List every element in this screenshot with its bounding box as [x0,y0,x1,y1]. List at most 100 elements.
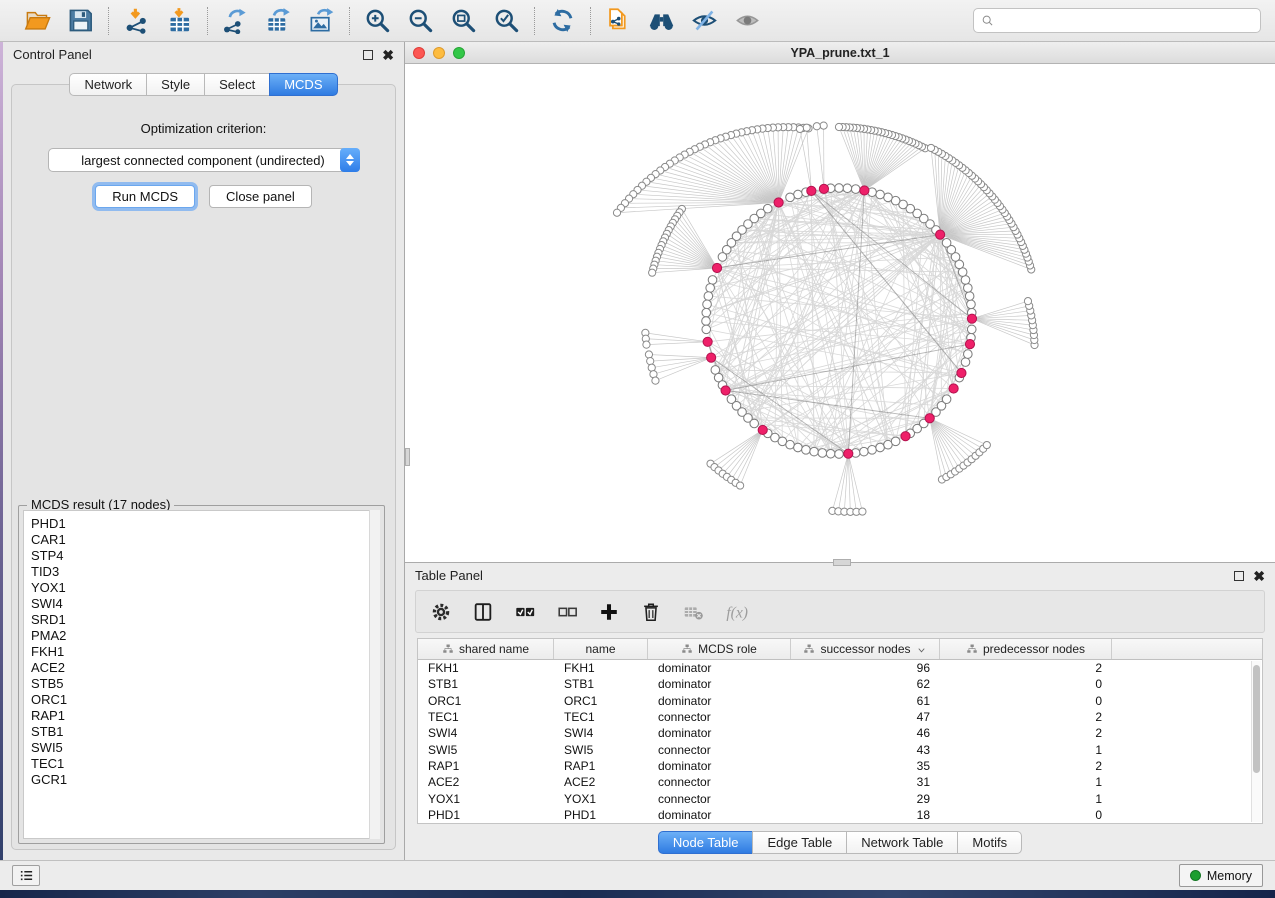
mcds-result-node[interactable]: FKH1 [31,644,379,660]
horizontal-splitter-handle[interactable] [833,559,851,566]
cell-predecessor-nodes[interactable]: 2 [940,726,1112,740]
cell-MCDS-role[interactable]: dominator [648,808,791,822]
mcds-result-node[interactable]: STB1 [31,724,379,740]
cell-name[interactable]: FKH1 [554,661,648,675]
float-table-panel-icon[interactable] [1234,571,1244,581]
mcds-result-node[interactable]: PMA2 [31,628,379,644]
tab-motifs[interactable]: Motifs [957,831,1022,854]
mcds-result-node[interactable]: PHD1 [31,516,379,532]
cell-shared-name[interactable]: YOX1 [418,792,554,806]
cell-successor-nodes[interactable]: 61 [791,694,940,708]
cell-predecessor-nodes[interactable]: 2 [940,661,1112,675]
cell-successor-nodes[interactable]: 35 [791,759,940,773]
cell-successor-nodes[interactable]: 43 [791,743,940,757]
zoom-in-icon[interactable] [364,7,391,34]
cell-predecessor-nodes[interactable]: 2 [940,710,1112,724]
table-row-FKH1[interactable]: FKH1FKH1dominator962 [418,660,1262,676]
cell-shared-name[interactable]: TEC1 [418,710,554,724]
cell-MCDS-role[interactable]: connector [648,710,791,724]
open-file-icon[interactable] [24,7,51,34]
table-row-STB1[interactable]: STB1STB1dominator620 [418,676,1262,692]
save-session-icon[interactable] [67,7,94,34]
table-scrollbar-thumb[interactable] [1253,665,1260,773]
cell-name[interactable]: PHD1 [554,808,648,822]
window-minimize-icon[interactable] [433,47,445,59]
cell-MCDS-role[interactable]: connector [648,743,791,757]
cell-predecessor-nodes[interactable]: 1 [940,775,1112,789]
tab-style[interactable]: Style [146,73,204,96]
cell-successor-nodes[interactable]: 62 [791,677,940,691]
cell-name[interactable]: ORC1 [554,694,648,708]
cell-MCDS-role[interactable]: dominator [648,726,791,740]
tab-node-table[interactable]: Node Table [658,831,753,854]
cell-shared-name[interactable]: SWI5 [418,743,554,757]
cell-predecessor-nodes[interactable]: 0 [940,694,1112,708]
mcds-result-node[interactable]: RAP1 [31,708,379,724]
cell-shared-name[interactable]: SWI4 [418,726,554,740]
trash-icon[interactable] [640,601,662,623]
optimization-criterion-select[interactable]: largest connected component (undirected) [48,148,360,172]
cell-successor-nodes[interactable]: 29 [791,792,940,806]
mcds-result-list[interactable]: PHD1CAR1STP4TID3YOX1SWI4SRD1PMA2FKH1ACE2… [23,510,380,839]
table-row-RAP1[interactable]: RAP1RAP1dominator352 [418,758,1262,774]
table-row-YOX1[interactable]: YOX1YOX1connector291 [418,790,1262,806]
cell-successor-nodes[interactable]: 31 [791,775,940,789]
mcds-result-node[interactable]: SWI4 [31,596,379,612]
import-network-icon[interactable] [123,7,150,34]
mcds-result-node[interactable]: STP4 [31,548,379,564]
mcds-result-node[interactable]: SRD1 [31,612,379,628]
mcds-result-node[interactable]: TEC1 [31,756,379,772]
refresh-icon[interactable] [549,7,576,34]
cell-name[interactable]: ACE2 [554,775,648,789]
cell-name[interactable]: STB1 [554,677,648,691]
cell-MCDS-role[interactable]: dominator [648,694,791,708]
cell-predecessor-nodes[interactable]: 2 [940,759,1112,773]
table-row-TEC1[interactable]: TEC1TEC1connector472 [418,709,1262,725]
cell-successor-nodes[interactable]: 18 [791,808,940,822]
cell-MCDS-role[interactable]: dominator [648,661,791,675]
cell-shared-name[interactable]: STB1 [418,677,554,691]
mcds-result-node[interactable]: ACE2 [31,660,379,676]
mcds-result-node[interactable]: GCR1 [31,772,379,788]
tab-network-table[interactable]: Network Table [846,831,957,854]
cell-MCDS-role[interactable]: connector [648,775,791,789]
cell-successor-nodes[interactable]: 47 [791,710,940,724]
panel-menu-button[interactable] [12,865,40,886]
close-table-panel-icon[interactable]: ✖ [1253,571,1265,581]
mcds-result-node[interactable]: TID3 [31,564,379,580]
export-network-icon[interactable] [222,7,249,34]
cell-predecessor-nodes[interactable]: 1 [940,743,1112,757]
network-view-canvas[interactable] [405,64,1275,562]
search-input[interactable] [999,14,1253,28]
tab-network[interactable]: Network [69,73,146,96]
zoom-selected-icon[interactable] [493,7,520,34]
window-close-icon[interactable] [413,47,425,59]
vertical-splitter-handle[interactable] [405,448,410,466]
close-panel-button[interactable]: Close panel [209,185,312,208]
cell-name[interactable]: SWI4 [554,726,648,740]
cell-successor-nodes[interactable]: 96 [791,661,940,675]
column-header-name[interactable]: name [554,639,648,659]
cell-name[interactable]: TEC1 [554,710,648,724]
cell-name[interactable]: YOX1 [554,792,648,806]
cell-shared-name[interactable]: ORC1 [418,694,554,708]
deselect-all-icon[interactable] [556,601,578,623]
column-header-successor-nodes[interactable]: successor nodes [791,639,940,659]
mcds-result-node[interactable]: SWI5 [31,740,379,756]
cell-shared-name[interactable]: RAP1 [418,759,554,773]
cell-predecessor-nodes[interactable]: 1 [940,792,1112,806]
network-graph[interactable] [405,64,1271,561]
search-neighbors-icon[interactable] [648,7,675,34]
cell-successor-nodes[interactable]: 46 [791,726,940,740]
cell-name[interactable]: SWI5 [554,743,648,757]
mcds-result-node[interactable]: STB5 [31,676,379,692]
run-mcds-button[interactable]: Run MCDS [95,185,195,208]
export-table-icon[interactable] [265,7,292,34]
cell-predecessor-nodes[interactable]: 0 [940,677,1112,691]
cell-MCDS-role[interactable]: dominator [648,759,791,773]
tab-select[interactable]: Select [204,73,269,96]
table-row-ACE2[interactable]: ACE2ACE2connector311 [418,774,1262,790]
tab-mcds[interactable]: MCDS [269,73,337,96]
cell-shared-name[interactable]: ACE2 [418,775,554,789]
cell-MCDS-role[interactable]: connector [648,792,791,806]
